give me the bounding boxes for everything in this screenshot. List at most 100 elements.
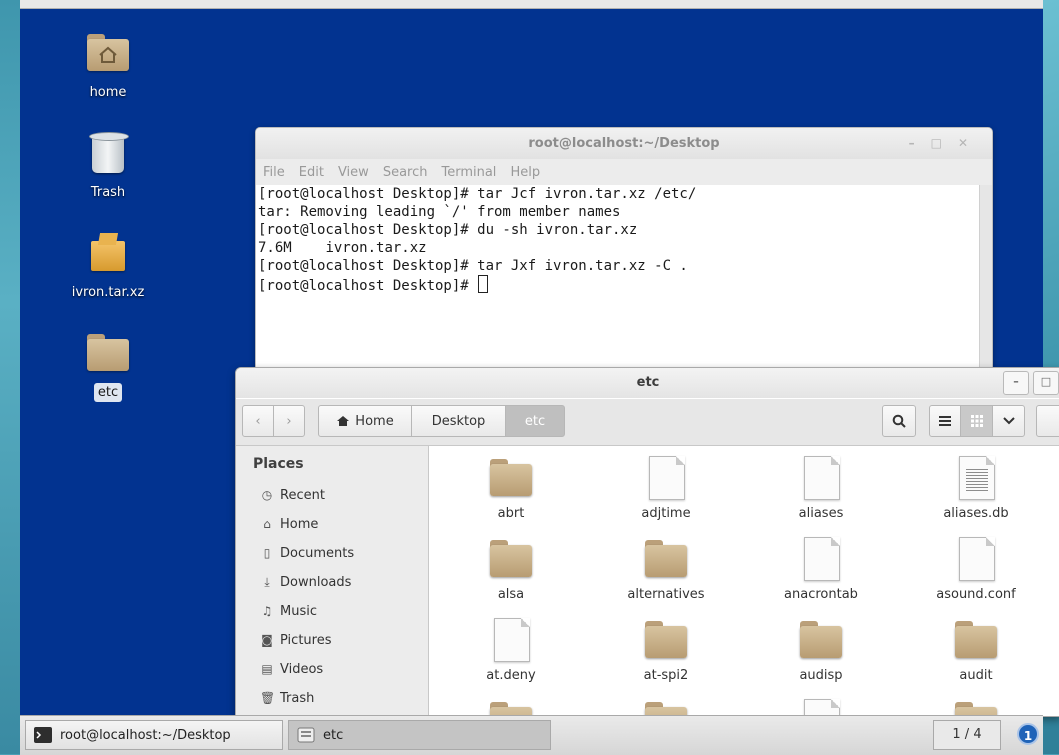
file-item[interactable]: adjtime: [591, 456, 741, 521]
menu-edit[interactable]: Edit: [299, 165, 324, 180]
terminal-menubar: File Edit View Search Terminal Help: [256, 159, 992, 185]
taskbar-item-label: root@localhost:~/Desktop: [60, 727, 231, 743]
folder-icon: [798, 618, 844, 662]
sidebar-item-label: Videos: [280, 662, 324, 677]
file-manager-titlebar[interactable]: etc – □: [236, 368, 1059, 398]
close-icon[interactable]: ✕: [958, 136, 984, 150]
terminal-window[interactable]: root@localhost:~/Desktop –□✕ File Edit V…: [255, 127, 993, 374]
terminal-icon: [34, 727, 52, 743]
file-icon: [798, 537, 844, 581]
terminal-titlebar[interactable]: root@localhost:~/Desktop –□✕: [256, 128, 992, 159]
file-item-label: audit: [959, 668, 993, 683]
desktop-icon-home[interactable]: home: [58, 31, 158, 102]
terminal-prompt-line: [root@localhost Desktop]#: [258, 275, 980, 295]
desktop-icon-trash[interactable]: Trash: [58, 131, 158, 202]
sidebar-item-home[interactable]: ⌂ Home: [260, 513, 318, 535]
minimize-icon[interactable]: –: [909, 136, 931, 150]
sidebar-item-label: Pictures: [280, 633, 332, 648]
document-icon: ▯: [263, 546, 271, 560]
file-item[interactable]: at-spi2: [591, 618, 741, 683]
sidebar-item-downloads[interactable]: ⤓ Downloads: [260, 571, 351, 593]
menu-terminal[interactable]: Terminal: [441, 165, 496, 180]
file-item-label: anacrontab: [784, 587, 858, 602]
sidebar-item-trash[interactable]: 🗑 Trash: [260, 687, 314, 709]
sidebar-item-documents[interactable]: ▯ Documents: [260, 542, 354, 564]
folder-icon: [85, 331, 131, 377]
file-item[interactable]: anacrontab: [746, 537, 896, 602]
file-item-label: aliases: [798, 506, 844, 521]
file-item-label: adjtime: [641, 506, 691, 521]
terminal-line: 7.6M ivron.tar.xz: [258, 240, 427, 256]
terminal-line: [root@localhost Desktop]#: [258, 278, 478, 294]
view-options-button[interactable]: [992, 405, 1025, 437]
menu-search[interactable]: Search: [383, 165, 428, 180]
list-view-button[interactable]: [929, 405, 961, 437]
desktop-icon-label: Trash: [90, 185, 126, 200]
taskbar-item-files[interactable]: etc: [288, 720, 551, 750]
file-item[interactable]: audisp: [746, 618, 896, 683]
file-manager-window[interactable]: etc – □ ‹ › Home Desktop etc Places ◷ Re…: [235, 367, 1059, 717]
desktop-icon-archive[interactable]: ivron.tar.xz: [58, 231, 158, 302]
background-left-edge: [0, 0, 20, 754]
file-icon: [488, 618, 534, 662]
download-icon: ⤓: [264, 575, 270, 589]
file-item-label: alsa: [497, 587, 525, 602]
text-file-icon: [953, 456, 999, 500]
sidebar-item-pictures[interactable]: ◙ Pictures: [260, 629, 331, 651]
sidebar-item-label: Music: [280, 604, 317, 619]
menu-button[interactable]: [1036, 405, 1059, 437]
forward-button[interactable]: ›: [273, 405, 305, 437]
file-item[interactable]: alsa: [436, 537, 586, 602]
breadcrumb-etc[interactable]: etc: [505, 405, 565, 437]
sidebar-item-label: Recent: [280, 488, 325, 503]
file-item[interactable]: audit: [901, 618, 1051, 683]
sidebar-item-videos[interactable]: ▤ Videos: [260, 658, 323, 680]
notification-badge[interactable]: 1: [1017, 723, 1039, 745]
places-sidebar: Places ◷ Recent ⌂ Home ▯ Documents ⤓ Downloa…: [236, 446, 429, 716]
breadcrumb-desktop[interactable]: Desktop: [411, 405, 506, 437]
file-icon: [953, 537, 999, 581]
file-item[interactable]: alternatives: [591, 537, 741, 602]
search-button[interactable]: [882, 405, 916, 437]
folder-icon: [643, 537, 689, 581]
menu-help[interactable]: Help: [510, 165, 540, 180]
file-item-label: alternatives: [627, 587, 705, 602]
sidebar-item-label: Trash: [280, 691, 315, 706]
film-icon: ▤: [261, 662, 273, 676]
maximize-icon[interactable]: □: [931, 136, 958, 150]
terminal-cursor: [478, 275, 489, 293]
menu-file[interactable]: File: [263, 165, 285, 180]
breadcrumb-label: Home: [355, 413, 394, 429]
folder-icon: [488, 456, 534, 500]
file-item[interactable]: asound.conf: [901, 537, 1051, 602]
workspace-pager[interactable]: 1 / 4: [933, 720, 1001, 750]
minimize-button[interactable]: –: [1003, 371, 1029, 395]
sidebar-item-recent[interactable]: ◷ Recent: [260, 484, 325, 506]
back-button[interactable]: ‹: [242, 405, 274, 437]
file-manager-title: etc: [636, 375, 660, 390]
taskbar-item-terminal[interactable]: root@localhost:~/Desktop: [25, 720, 283, 750]
sidebar-item-music[interactable]: ♫ Music: [260, 600, 317, 622]
file-grid: abrt adjtime aliases aliases.db alsa alternat…: [429, 446, 1059, 716]
terminal-scrollbar[interactable]: [979, 185, 992, 373]
breadcrumb-label: Desktop: [431, 413, 486, 429]
file-manager-icon: [297, 727, 315, 743]
trash-icon: 🗑: [260, 691, 276, 705]
file-item[interactable]: aliases: [746, 456, 896, 521]
file-icon: [798, 456, 844, 500]
grid-view-button[interactable]: [960, 405, 993, 437]
breadcrumb-home[interactable]: Home: [318, 405, 412, 437]
menu-view[interactable]: View: [338, 165, 369, 180]
terminal-screen[interactable]: [root@localhost Desktop]# tar Jcf ivron.…: [256, 185, 980, 373]
file-item[interactable]: aliases.db: [901, 456, 1051, 521]
file-item[interactable]: abrt: [436, 456, 586, 521]
search-icon: [892, 414, 906, 428]
taskbar: root@localhost:~/Desktop etc 1 / 4 1: [20, 715, 1043, 755]
file-item[interactable]: at.deny: [436, 618, 586, 683]
folder-icon: [488, 537, 534, 581]
folder-icon: [643, 618, 689, 662]
maximize-button[interactable]: □: [1033, 371, 1059, 395]
top-panel: [20, 0, 1043, 9]
desktop-icon-etc[interactable]: etc: [58, 331, 158, 402]
places-heading: Places: [253, 456, 304, 472]
